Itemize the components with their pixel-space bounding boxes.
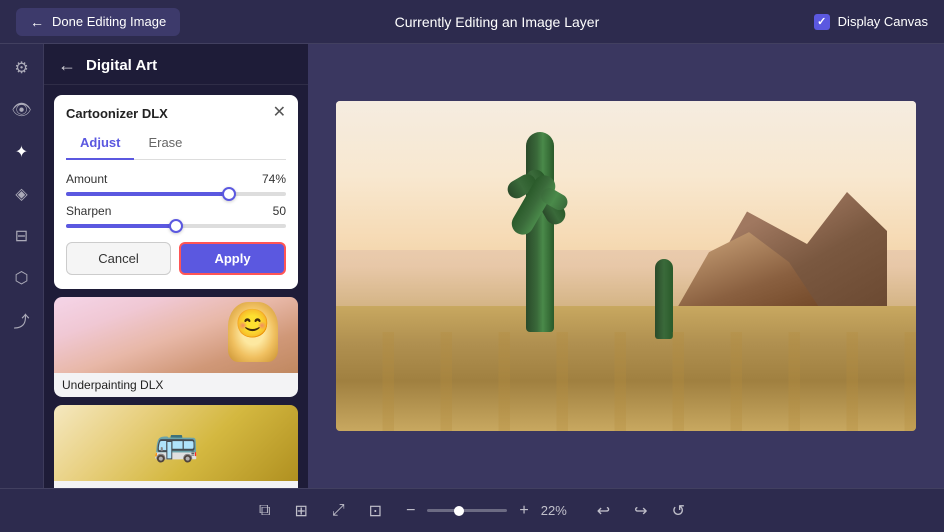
panel-area: ← Digital Art Cartoonizer DLX ✕ Adjust E… — [44, 44, 308, 488]
amount-value: 74% — [262, 172, 286, 186]
canvas-image — [336, 101, 916, 431]
card-title: Cartoonizer DLX — [66, 106, 168, 121]
zoom-out-icon[interactable]: − — [402, 498, 419, 524]
amount-slider-track[interactable] — [66, 192, 286, 196]
sharpen-slider-thumb[interactable] — [169, 219, 183, 233]
grid-icon[interactable]: ⊞ — [290, 497, 311, 525]
redo-icon[interactable]: ↪ — [630, 497, 651, 525]
sidebar-icon-export[interactable]: ⤴ — [8, 306, 36, 334]
icon-sidebar: ⚙ 👁 ✦ ◈ ⊟ ⬡ ⤴ — [0, 44, 44, 488]
bottom-bar: ⧉ ⊞ ⤢ ⊡ − + 22% ↩ ↪ ↺ — [0, 488, 944, 532]
effect-item-oilpainting[interactable]: Oil Painting DLX — [54, 405, 298, 488]
effect-list: Underpainting DLX Oil Painting DLX — [44, 297, 308, 488]
display-canvas-wrap: Display Canvas — [814, 14, 928, 30]
zoom-control: − + 22% — [402, 498, 577, 524]
tab-adjust[interactable]: Adjust — [66, 131, 134, 160]
layers-icon[interactable]: ⧉ — [255, 498, 274, 524]
effect-thumb-underpainting — [54, 297, 298, 373]
card-tabs: Adjust Erase — [66, 131, 286, 160]
amount-label-row: Amount 74% — [66, 172, 286, 186]
cartoonizer-card: Cartoonizer DLX ✕ Adjust Erase Amount 74… — [54, 95, 298, 289]
effect-label-oilpainting: Oil Painting DLX — [54, 481, 298, 488]
effect-label-underpainting: Underpainting DLX — [54, 373, 298, 397]
zoom-percent: 22% — [541, 503, 577, 518]
page-title: Currently Editing an Image Layer — [395, 14, 600, 30]
amount-slider-fill — [66, 192, 229, 196]
undo-icon[interactable]: ↩ — [593, 497, 614, 525]
expand-icon[interactable]: ⤢ — [328, 498, 349, 524]
back-arrow-icon: ← — [30, 14, 44, 30]
crop-icon[interactable]: ⊡ — [365, 497, 386, 525]
sidebar-icon-stars[interactable]: ✦ — [8, 138, 36, 166]
sidebar-icon-sliders[interactable]: ⚙ — [8, 54, 36, 82]
desert-plants — [336, 332, 916, 431]
card-close-button[interactable]: ✕ — [273, 105, 286, 121]
sharpen-slider-fill — [66, 224, 176, 228]
sharpen-label: Sharpen — [66, 204, 111, 218]
zoom-in-icon[interactable]: + — [515, 498, 532, 524]
done-editing-button[interactable]: ← Done Editing Image — [16, 8, 180, 36]
cactus-main — [510, 132, 570, 332]
canvas-area — [308, 44, 944, 488]
display-canvas-checkbox[interactable] — [814, 14, 830, 30]
amount-label: Amount — [66, 172, 107, 186]
sharpen-label-row: Sharpen 50 — [66, 204, 286, 218]
tab-erase[interactable]: Erase — [134, 131, 196, 160]
sharpen-value: 50 — [273, 204, 286, 218]
main-area: ⚙ 👁 ✦ ◈ ⊟ ⬡ ⤴ ← Digital Art Cartoonizer … — [0, 44, 944, 488]
done-editing-label: Done Editing Image — [52, 14, 166, 29]
refresh-icon[interactable]: ↺ — [668, 497, 689, 525]
sidebar-icon-eye[interactable]: 👁 — [8, 96, 36, 124]
panel-back-button[interactable]: ← — [58, 56, 76, 74]
sharpen-slider-row: Sharpen 50 — [66, 204, 286, 228]
top-bar: ← Done Editing Image Currently Editing a… — [0, 0, 944, 44]
sidebar-icon-layers[interactable]: ⊟ — [8, 222, 36, 250]
apply-button[interactable]: Apply — [179, 242, 286, 275]
cancel-button[interactable]: Cancel — [66, 242, 171, 275]
cactus-body — [526, 132, 554, 332]
effect-item-underpainting[interactable]: Underpainting DLX — [54, 297, 298, 397]
zoom-slider[interactable] — [427, 509, 507, 512]
card-header: Cartoonizer DLX ✕ — [66, 105, 286, 121]
amount-slider-row: Amount 74% — [66, 172, 286, 196]
effect-thumb-oilpainting — [54, 405, 298, 481]
card-actions: Cancel Apply — [66, 242, 286, 275]
cactus-arm-right2 — [538, 185, 570, 213]
panel-title: Digital Art — [86, 57, 157, 74]
sidebar-icon-mask[interactable]: ⬡ — [8, 264, 36, 292]
cactus-scene — [336, 101, 916, 431]
display-canvas-label: Display Canvas — [838, 14, 928, 29]
panel-header: ← Digital Art — [44, 44, 308, 85]
sharpen-slider-track[interactable] — [66, 224, 286, 228]
amount-slider-thumb[interactable] — [222, 187, 236, 201]
zoom-thumb[interactable] — [454, 506, 464, 516]
sidebar-icon-adjust[interactable]: ◈ — [8, 180, 36, 208]
foreground-cactus — [655, 259, 673, 339]
